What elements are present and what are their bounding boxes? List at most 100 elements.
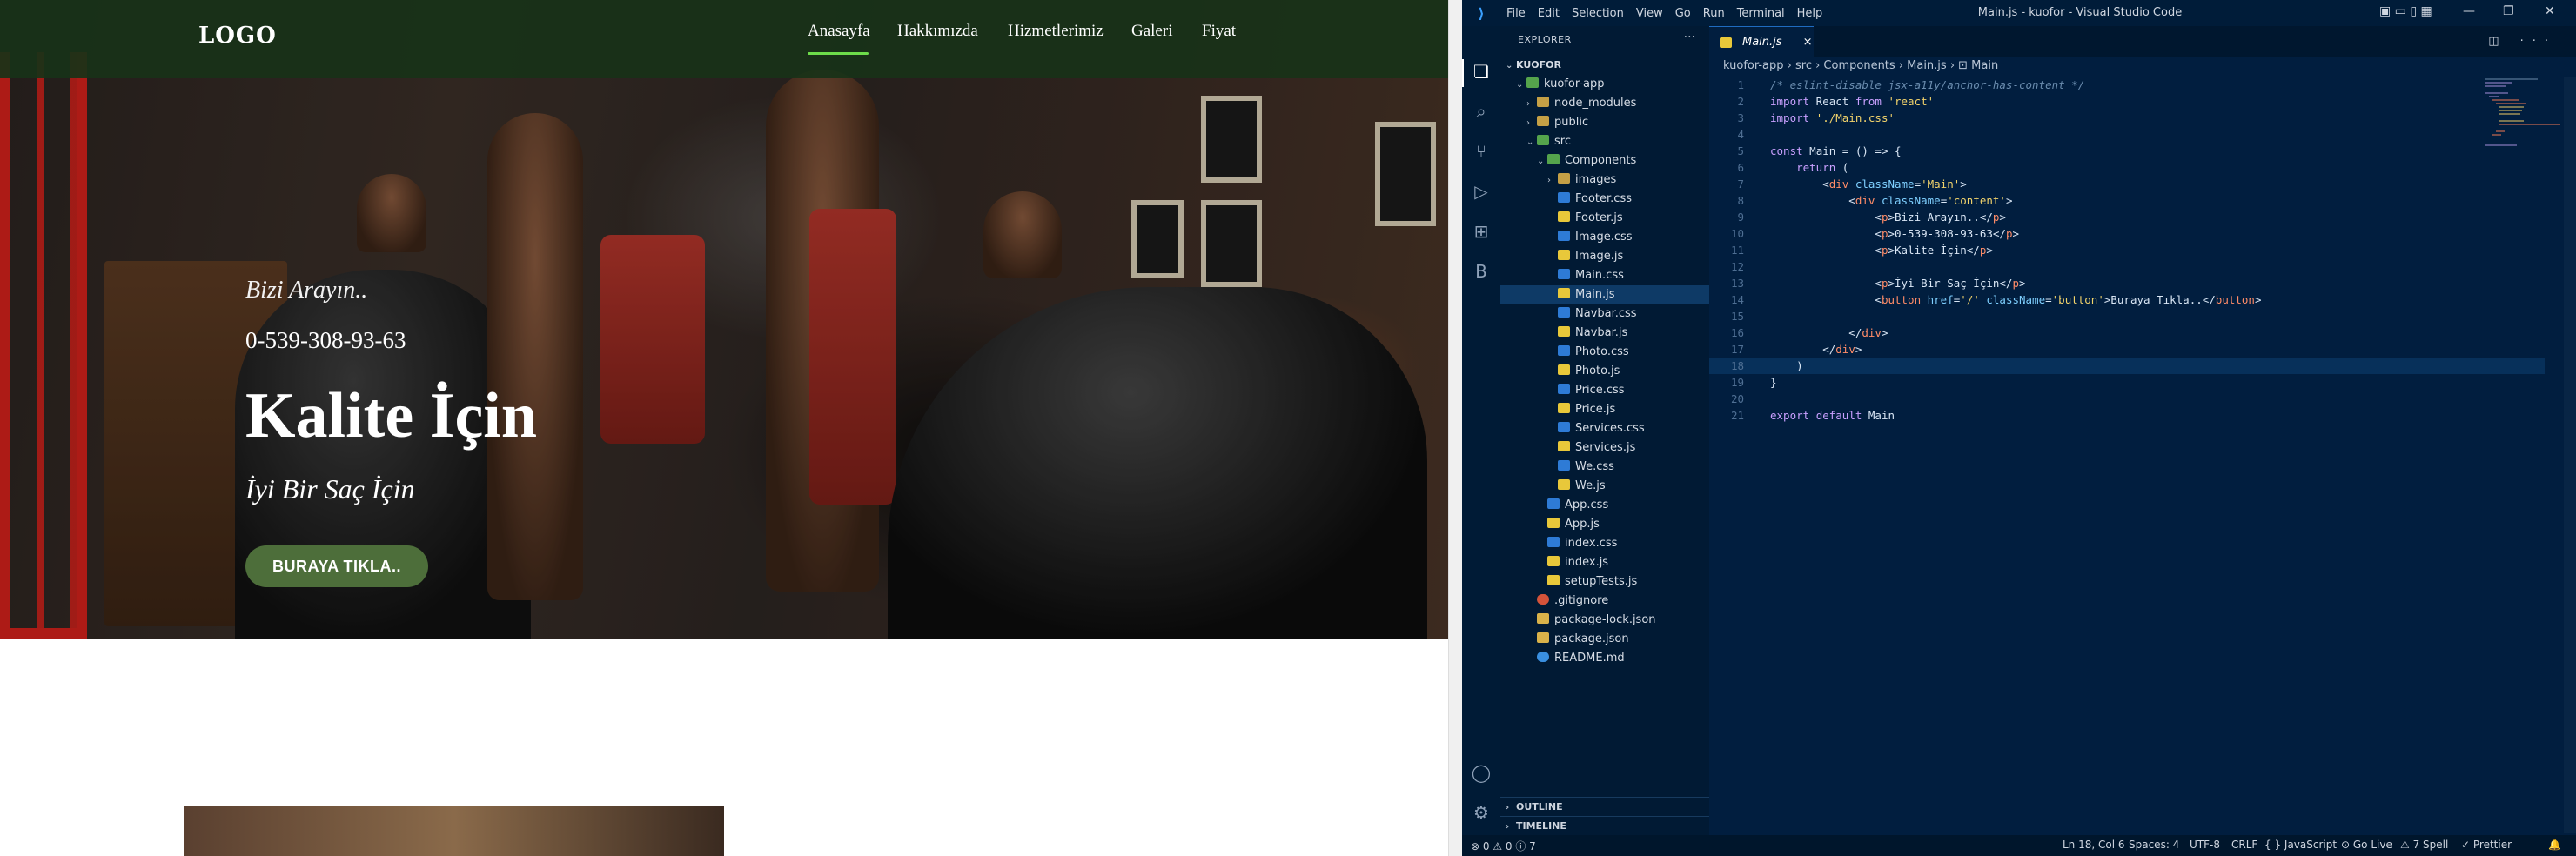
file-tree-item[interactable]: Services.js xyxy=(1500,438,1709,458)
code-line[interactable]: 11 <p>Kalite İçin</p> xyxy=(1709,242,2545,258)
breadcrumb[interactable]: kuofor-app › src › Components › Main.js … xyxy=(1723,59,1998,72)
file-tree-item[interactable]: index.css xyxy=(1500,534,1709,553)
file-tree-item[interactable]: Footer.js xyxy=(1500,209,1709,228)
nav-item-galeri[interactable]: Galeri xyxy=(1131,22,1172,41)
menu-go[interactable]: Go xyxy=(1669,7,1697,20)
file-tree-item[interactable]: › public xyxy=(1500,113,1709,132)
file-tree-item[interactable]: Main.css xyxy=(1500,266,1709,285)
file-tree-item[interactable]: README.md xyxy=(1500,649,1709,668)
code-line[interactable]: 18 ) xyxy=(1709,358,2545,374)
file-tree-item[interactable]: › node_modules xyxy=(1500,94,1709,113)
tab-main-js[interactable]: Main.js × xyxy=(1709,26,1814,57)
code-line[interactable]: 7 <div className='Main'> xyxy=(1709,176,2545,192)
code-line[interactable]: 21 export default Main xyxy=(1709,407,2545,424)
file-tree-item[interactable]: We.js xyxy=(1500,477,1709,496)
indentation[interactable]: Spaces: 4 xyxy=(2129,839,2179,851)
code-line[interactable]: 9 <p>Bizi Arayın..</p> xyxy=(1709,209,2545,225)
file-tree-item[interactable]: ⌄ Components xyxy=(1500,151,1709,171)
account-icon[interactable]: ◯ xyxy=(1471,762,1492,783)
site-logo[interactable]: LOGO xyxy=(198,23,277,49)
cta-button[interactable]: BURAYA TIKLA.. xyxy=(245,545,428,587)
file-tree-item[interactable]: setupTests.js xyxy=(1500,572,1709,592)
split-editor-icon[interactable]: ◫ ··· xyxy=(2488,35,2557,48)
code-line[interactable]: 13 <p>İyi Bir Saç İçin</p> xyxy=(1709,275,2545,291)
code-line[interactable]: 16 </div> xyxy=(1709,324,2545,341)
menu-selection[interactable]: Selection xyxy=(1566,7,1630,20)
code-line[interactable]: 20 xyxy=(1709,391,2545,407)
file-tree-item[interactable]: Image.css xyxy=(1500,228,1709,247)
search-icon[interactable]: ⌕ xyxy=(1471,101,1492,122)
layout-toggle-icon[interactable]: ▣ ▭ ▯ ▦ xyxy=(2379,4,2432,18)
notifications-bell-icon[interactable]: 🔔 xyxy=(2548,839,2561,851)
line-ending[interactable]: CRLF xyxy=(2231,839,2257,851)
outline-section[interactable]: › OUTLINE xyxy=(1500,797,1709,816)
file-tree-item[interactable]: App.js xyxy=(1500,515,1709,534)
file-tree-item[interactable]: Price.js xyxy=(1500,400,1709,419)
language-mode[interactable]: { } JavaScript xyxy=(2264,839,2337,851)
code-line[interactable]: 1/* eslint-disable jsx-a11y/anchor-has-c… xyxy=(1709,77,2545,93)
file-tree-item[interactable]: ⌄ src xyxy=(1500,132,1709,151)
file-tree-item[interactable]: Footer.css xyxy=(1500,190,1709,209)
encoding[interactable]: UTF-8 xyxy=(2190,839,2220,851)
cursor-position[interactable]: Ln 18, Col 6 xyxy=(2063,839,2125,851)
menu-edit[interactable]: Edit xyxy=(1532,7,1566,20)
close-tab-icon[interactable]: × xyxy=(1803,36,1813,49)
file-tree-item[interactable]: .gitignore xyxy=(1500,592,1709,611)
file-tree-item[interactable]: Photo.css xyxy=(1500,343,1709,362)
file-tree-item[interactable]: We.css xyxy=(1500,458,1709,477)
settings-gear-icon[interactable]: ⚙ xyxy=(1471,802,1492,823)
code-line[interactable]: 3 import './Main.css' xyxy=(1709,110,2545,126)
file-tree-item[interactable]: Main.js xyxy=(1500,285,1709,304)
run-debug-icon[interactable]: ▷ xyxy=(1471,181,1492,202)
code-line[interactable]: 10 <p>0-539-308-93-63</p> xyxy=(1709,225,2545,242)
file-tree-item[interactable]: Price.css xyxy=(1500,381,1709,400)
code-line[interactable]: 19} xyxy=(1709,374,2545,391)
code-line[interactable]: 6 return ( xyxy=(1709,159,2545,176)
menu-file[interactable]: File xyxy=(1500,7,1532,20)
code-line[interactable]: 4 xyxy=(1709,126,2545,143)
file-tree-item[interactable]: Photo.js xyxy=(1500,362,1709,381)
file-tree-item[interactable]: › images xyxy=(1500,171,1709,190)
menu-help[interactable]: Help xyxy=(1791,7,1829,20)
file-tree-item[interactable]: Navbar.js xyxy=(1500,324,1709,343)
page-scrollbar[interactable] xyxy=(1448,0,1462,856)
go-live-button[interactable]: ⊙ Go Live xyxy=(2341,839,2392,851)
file-tree-item[interactable]: ⌄ kuofor-app xyxy=(1500,75,1709,94)
code-line[interactable]: 15 xyxy=(1709,308,2545,324)
editor-scrollbar[interactable] xyxy=(2564,77,2576,833)
spell-check[interactable]: ⚠ 7 Spell xyxy=(2400,839,2448,851)
close-window-icon[interactable]: ✕ xyxy=(2545,4,2555,18)
problems-indicator[interactable]: ⊗ 0 ⚠ 0 ⓘ 7 xyxy=(1471,839,1536,853)
restore-icon[interactable]: ❐ xyxy=(2503,4,2514,18)
workspace-root[interactable]: ⌄ KUOFOR xyxy=(1500,56,1709,75)
menu-view[interactable]: View xyxy=(1630,7,1669,20)
minimap[interactable] xyxy=(2485,77,2564,146)
minimize-icon[interactable]: — xyxy=(2463,4,2475,18)
nav-item-hakkimizda[interactable]: Hakkımızda xyxy=(897,22,978,41)
nav-item-hizmetlerimiz[interactable]: Hizmetlerimiz xyxy=(1008,22,1104,41)
explorer-icon[interactable]: ❏ xyxy=(1471,61,1492,82)
menu-run[interactable]: Run xyxy=(1697,7,1731,20)
code-line[interactable]: 12 xyxy=(1709,258,2545,275)
code-line[interactable]: 2 import React from 'react' xyxy=(1709,93,2545,110)
code-line[interactable]: 5 const Main = () => { xyxy=(1709,143,2545,159)
timeline-section[interactable]: › TIMELINE xyxy=(1500,816,1709,835)
extensions-icon[interactable]: ⊞ xyxy=(1471,221,1492,242)
file-tree-item[interactable]: index.js xyxy=(1500,553,1709,572)
nav-item-fiyat[interactable]: Fiyat xyxy=(1202,22,1236,41)
menu-terminal[interactable]: Terminal xyxy=(1731,7,1791,20)
code-line[interactable]: 17 </div> xyxy=(1709,341,2545,358)
code-line[interactable]: 14 <button href='/' className='button'>B… xyxy=(1709,291,2545,308)
file-tree-item[interactable]: App.css xyxy=(1500,496,1709,515)
file-tree-item[interactable]: Navbar.css xyxy=(1500,304,1709,324)
source-control-icon[interactable]: ⑂ xyxy=(1471,141,1492,162)
nav-item-anasayfa[interactable]: Anasayfa xyxy=(808,22,870,41)
file-tree-item[interactable]: package.json xyxy=(1500,630,1709,649)
extension-b-icon[interactable]: B xyxy=(1471,261,1492,282)
file-tree-item[interactable]: Image.js xyxy=(1500,247,1709,266)
more-actions-icon[interactable]: ··· xyxy=(1684,30,1695,44)
code-line[interactable]: 8 <div className='content'> xyxy=(1709,192,2545,209)
file-tree-item[interactable]: package-lock.json xyxy=(1500,611,1709,630)
prettier-status[interactable]: ✓ Prettier xyxy=(2461,839,2512,851)
file-tree-item[interactable]: Services.css xyxy=(1500,419,1709,438)
